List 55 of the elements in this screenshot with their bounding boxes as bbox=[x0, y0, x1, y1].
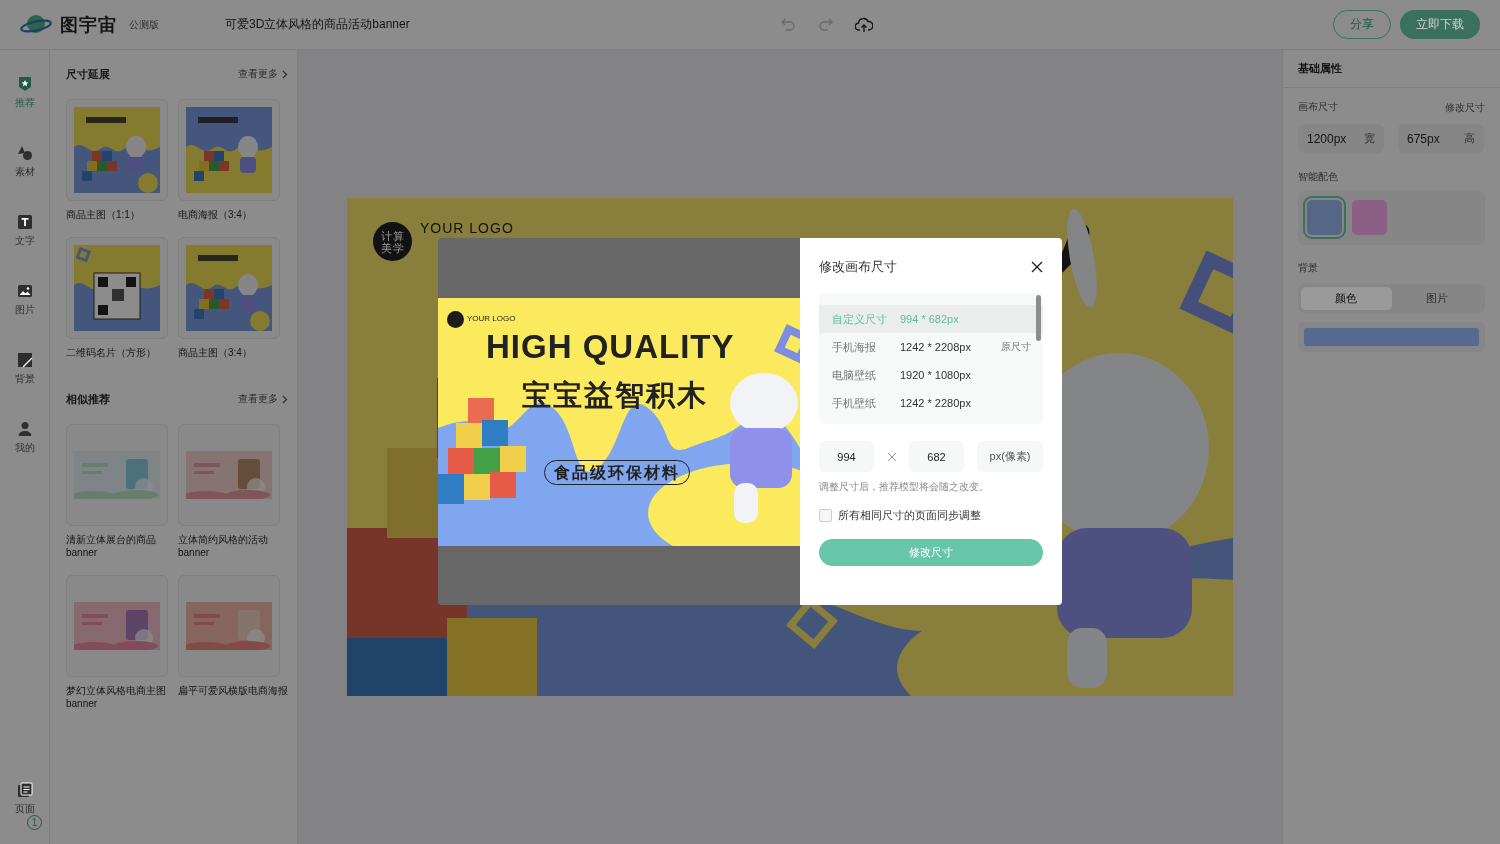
edition-label: 公测版 bbox=[129, 17, 159, 32]
template-label: 商品主图（1:1） bbox=[66, 208, 141, 221]
template-label: 电商海报（3:4） bbox=[178, 208, 253, 221]
template-label: 立体简约风格的活动banner bbox=[178, 533, 269, 559]
rail-tab[interactable]: 背景 bbox=[0, 338, 50, 407]
height-field[interactable]: 675px 高 bbox=[1398, 124, 1484, 153]
rail-tab[interactable]: 我的 bbox=[0, 407, 50, 476]
unit-label: 高 bbox=[1464, 131, 1475, 146]
template-card[interactable] bbox=[178, 99, 280, 201]
text-icon bbox=[16, 214, 33, 230]
document-title: 可爱3D立体风格的商品活动banner bbox=[225, 16, 411, 33]
template-label: 二维码名片（方形） bbox=[66, 346, 157, 359]
section-title: 尺寸延展 bbox=[66, 66, 110, 82]
shapes-icon bbox=[16, 145, 33, 161]
template-card[interactable] bbox=[66, 237, 168, 339]
rail-tab[interactable]: 素材 bbox=[0, 131, 50, 200]
template-card[interactable] bbox=[66, 99, 168, 201]
segment-tab[interactable]: 图片 bbox=[1391, 287, 1482, 310]
template-card[interactable] bbox=[178, 237, 280, 339]
cloud-upload-icon[interactable] bbox=[855, 16, 873, 33]
download-button[interactable]: 立即下载 bbox=[1400, 10, 1480, 39]
rail-tab[interactable]: 推荐 bbox=[0, 62, 50, 131]
panel-title: 基础属性 bbox=[1283, 50, 1500, 88]
app-logo-text: 图宇宙 bbox=[60, 13, 117, 37]
unit-label: 宽 bbox=[1364, 131, 1375, 146]
rail-tab[interactable]: 图片 bbox=[0, 269, 50, 338]
color-picker-field[interactable] bbox=[1298, 322, 1485, 352]
background-icon bbox=[16, 352, 33, 368]
template-label: 清新立体展台的商品banner bbox=[66, 533, 157, 559]
template-label: 商品主图（3:4） bbox=[178, 346, 253, 359]
view-more-link[interactable]: 查看更多 bbox=[238, 67, 288, 81]
section-title: 相似推荐 bbox=[66, 391, 110, 407]
field-label: 背景 bbox=[1298, 262, 1318, 274]
share-button[interactable]: 分享 bbox=[1333, 10, 1391, 39]
rail-tab[interactable]: 文字 bbox=[0, 200, 50, 269]
template-card[interactable] bbox=[66, 575, 168, 677]
pages-icon bbox=[16, 782, 33, 798]
person-icon bbox=[16, 421, 33, 437]
template-label: 扁平可爱风横版电商海报 bbox=[178, 684, 289, 697]
chevron-right-icon bbox=[282, 69, 288, 79]
image-icon bbox=[16, 283, 33, 299]
chevron-right-icon bbox=[282, 394, 288, 404]
resize-link[interactable]: 修改尺寸 bbox=[1445, 101, 1485, 113]
height-input[interactable]: 675px bbox=[1407, 131, 1457, 146]
page-count-badge: 1 bbox=[27, 815, 42, 830]
segment-tab[interactable]: 颜色 bbox=[1301, 287, 1392, 310]
field-label: 智能配色 bbox=[1298, 171, 1338, 183]
color-swatch[interactable] bbox=[1352, 200, 1387, 235]
template-label: 梦幻立体风格电商主图banner bbox=[66, 684, 167, 710]
field-label: 画布尺寸 bbox=[1298, 101, 1338, 113]
width-input[interactable]: 1200px bbox=[1307, 131, 1357, 146]
shield-star-icon bbox=[16, 76, 33, 92]
view-more-link[interactable]: 查看更多 bbox=[238, 392, 288, 406]
width-field[interactable]: 1200px 宽 bbox=[1298, 124, 1384, 153]
pages-tab[interactable]: 页面 bbox=[0, 782, 50, 816]
